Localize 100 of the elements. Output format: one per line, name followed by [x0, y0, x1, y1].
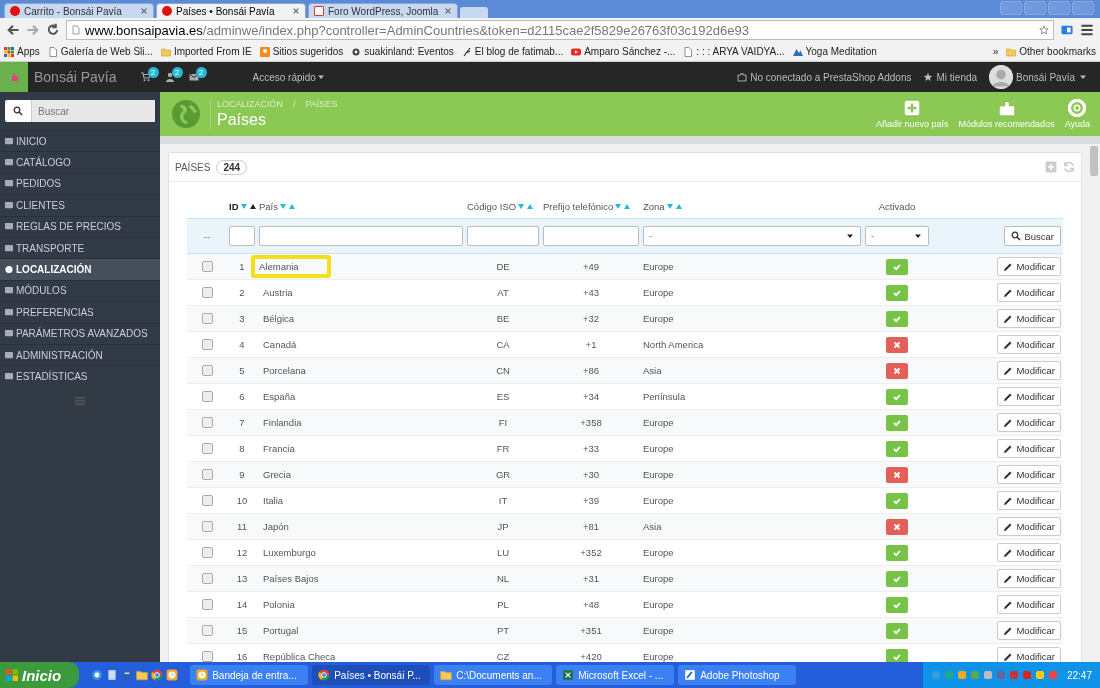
browser-tab[interactable]: Carrito - Bonsái Pavía	[4, 3, 154, 18]
bookmark[interactable]: Yoga Meditation	[792, 46, 877, 57]
sidebar-item[interactable]: PARÁMETROS AVANZADOS	[0, 322, 160, 344]
sidebar-item[interactable]: INICIO	[0, 130, 160, 152]
start-button[interactable]: Inicio	[0, 662, 80, 688]
enabled-toggle[interactable]	[886, 414, 908, 431]
enabled-toggle[interactable]	[886, 596, 908, 613]
sidebar-item[interactable]: CATÁLOGO	[0, 151, 160, 173]
bookmark[interactable]: El blog de fatimab...	[461, 46, 564, 57]
column-header[interactable]: Prefijo telefónico	[543, 200, 614, 212]
document-icon[interactable]	[121, 669, 134, 681]
bookmark[interactable]: Galería de Web Sli...	[47, 46, 153, 57]
bookmark[interactable]: Imported From IE	[160, 46, 252, 57]
sort-arrows-icon[interactable]	[240, 203, 257, 211]
taskbar-button[interactable]: Bandeja de entra...	[190, 665, 309, 685]
bookmark[interactable]: Sitios sugeridos	[259, 46, 344, 57]
taskbar-button[interactable]: C:\Documents an...	[434, 665, 553, 685]
browser-tab[interactable]: Países • Bonsái Pavía	[156, 3, 306, 18]
cart-icon[interactable]	[140, 72, 151, 82]
reload-icon[interactable]	[46, 23, 60, 37]
row-checkbox[interactable]	[201, 521, 213, 532]
tray-icon[interactable]	[982, 670, 993, 680]
edit-button[interactable]: Modificar	[997, 283, 1061, 302]
edit-button[interactable]: Modificar	[997, 569, 1061, 588]
filter-field[interactable]	[229, 226, 255, 246]
tray-icon[interactable]	[1021, 670, 1032, 680]
envelope-icon[interactable]	[188, 72, 199, 82]
chrome-icon[interactable]	[151, 669, 164, 681]
scrollbar-thumb[interactable]	[1090, 146, 1098, 176]
search-button[interactable]: Buscar	[1004, 226, 1061, 246]
row-checkbox[interactable]	[201, 573, 213, 584]
add-icon[interactable]	[1045, 161, 1057, 173]
enabled-toggle[interactable]	[886, 388, 908, 405]
taskbar-button[interactable]: Países • Bonsái P...	[312, 665, 431, 685]
enabled-toggle[interactable]	[886, 622, 908, 639]
filter-field[interactable]	[259, 226, 463, 246]
filter-field[interactable]	[543, 226, 639, 246]
browser-icon[interactable]	[91, 669, 104, 681]
edit-button[interactable]: Modificar	[997, 413, 1061, 432]
menu-icon[interactable]	[1080, 23, 1094, 37]
enabled-toggle[interactable]	[886, 258, 908, 275]
tray-icon[interactable]	[1008, 670, 1019, 680]
row-checkbox[interactable]	[201, 547, 213, 558]
row-checkbox[interactable]	[201, 339, 213, 350]
bookmark[interactable]: Apps	[4, 46, 40, 57]
column-header[interactable]: Código ISO	[467, 200, 517, 212]
edit-button[interactable]: Modificar	[997, 491, 1061, 510]
row-checkbox[interactable]	[201, 599, 213, 610]
back-icon[interactable]	[6, 23, 20, 37]
sidebar-item[interactable]: ADMINISTRACIÓN	[0, 343, 160, 366]
my-shop-link[interactable]: Mi tienda	[936, 71, 978, 83]
enabled-toggle[interactable]	[886, 544, 908, 561]
taskbar-button[interactable]: Adobe Photoshop	[678, 665, 797, 685]
restore-button[interactable]	[1048, 0, 1070, 15]
sidebar-item[interactable]: MÓDULOS	[0, 279, 160, 302]
taskbar-button[interactable]: Microsoft Excel - ...	[556, 665, 675, 685]
filter-field[interactable]	[467, 226, 539, 246]
tray-icon[interactable]	[943, 670, 954, 680]
user-menu[interactable]: Bonsái Pavía	[1016, 71, 1075, 83]
enabled-toggle[interactable]	[886, 440, 908, 457]
row-checkbox[interactable]	[201, 391, 213, 402]
row-checkbox[interactable]	[201, 443, 213, 454]
quick-access-menu[interactable]: Acceso rápido	[252, 71, 316, 83]
sidebar-item[interactable]: CLIENTES	[0, 194, 160, 216]
filter-select[interactable]: -	[643, 226, 861, 246]
browser-tab[interactable]: Foro WordPress, Joomla	[308, 3, 458, 18]
row-checkbox[interactable]	[201, 313, 213, 324]
row-checkbox[interactable]	[201, 261, 213, 272]
column-header[interactable]: ID	[229, 200, 239, 212]
sidebar-item[interactable]: REGLAS DE PRECIOS	[0, 215, 160, 237]
column-header[interactable]: Zona	[643, 200, 665, 212]
close-icon[interactable]	[140, 7, 148, 15]
row-checkbox[interactable]	[201, 625, 213, 636]
edit-button[interactable]: Modificar	[997, 257, 1061, 276]
sidebar-item[interactable]: PREFERENCIAS	[0, 301, 160, 323]
edit-button[interactable]: Modificar	[997, 517, 1061, 536]
minimize-button[interactable]	[1024, 0, 1046, 15]
edit-button[interactable]: Modificar	[997, 335, 1061, 354]
close-icon[interactable]	[292, 7, 300, 15]
enabled-toggle[interactable]	[886, 492, 908, 509]
row-checkbox[interactable]	[201, 287, 213, 298]
bookmark[interactable]: Other bookmarks	[1006, 46, 1096, 57]
tray-icon[interactable]	[969, 670, 980, 680]
row-checkbox[interactable]	[201, 417, 213, 428]
enabled-toggle[interactable]	[886, 284, 908, 301]
edit-button[interactable]: Modificar	[997, 647, 1061, 662]
folder-icon[interactable]	[136, 669, 149, 681]
edit-button[interactable]: Modificar	[997, 543, 1061, 562]
enabled-toggle[interactable]	[886, 648, 908, 662]
edit-button[interactable]: Modificar	[997, 465, 1061, 484]
enabled-toggle[interactable]	[886, 310, 908, 327]
sidebar-item[interactable]: LOCALIZACIÓN	[0, 258, 160, 280]
filter-select[interactable]: -	[865, 226, 929, 246]
row-checkbox[interactable]	[201, 365, 213, 376]
overflow-chevron[interactable]: »	[992, 46, 999, 57]
close-button[interactable]	[1072, 0, 1094, 15]
sidebar-item[interactable]: PEDIDOS	[0, 172, 160, 195]
tray-icon[interactable]	[1047, 670, 1058, 680]
search-field[interactable]: Buscar	[5, 100, 155, 122]
shop-name[interactable]: Bonsái Pavía	[34, 69, 117, 85]
